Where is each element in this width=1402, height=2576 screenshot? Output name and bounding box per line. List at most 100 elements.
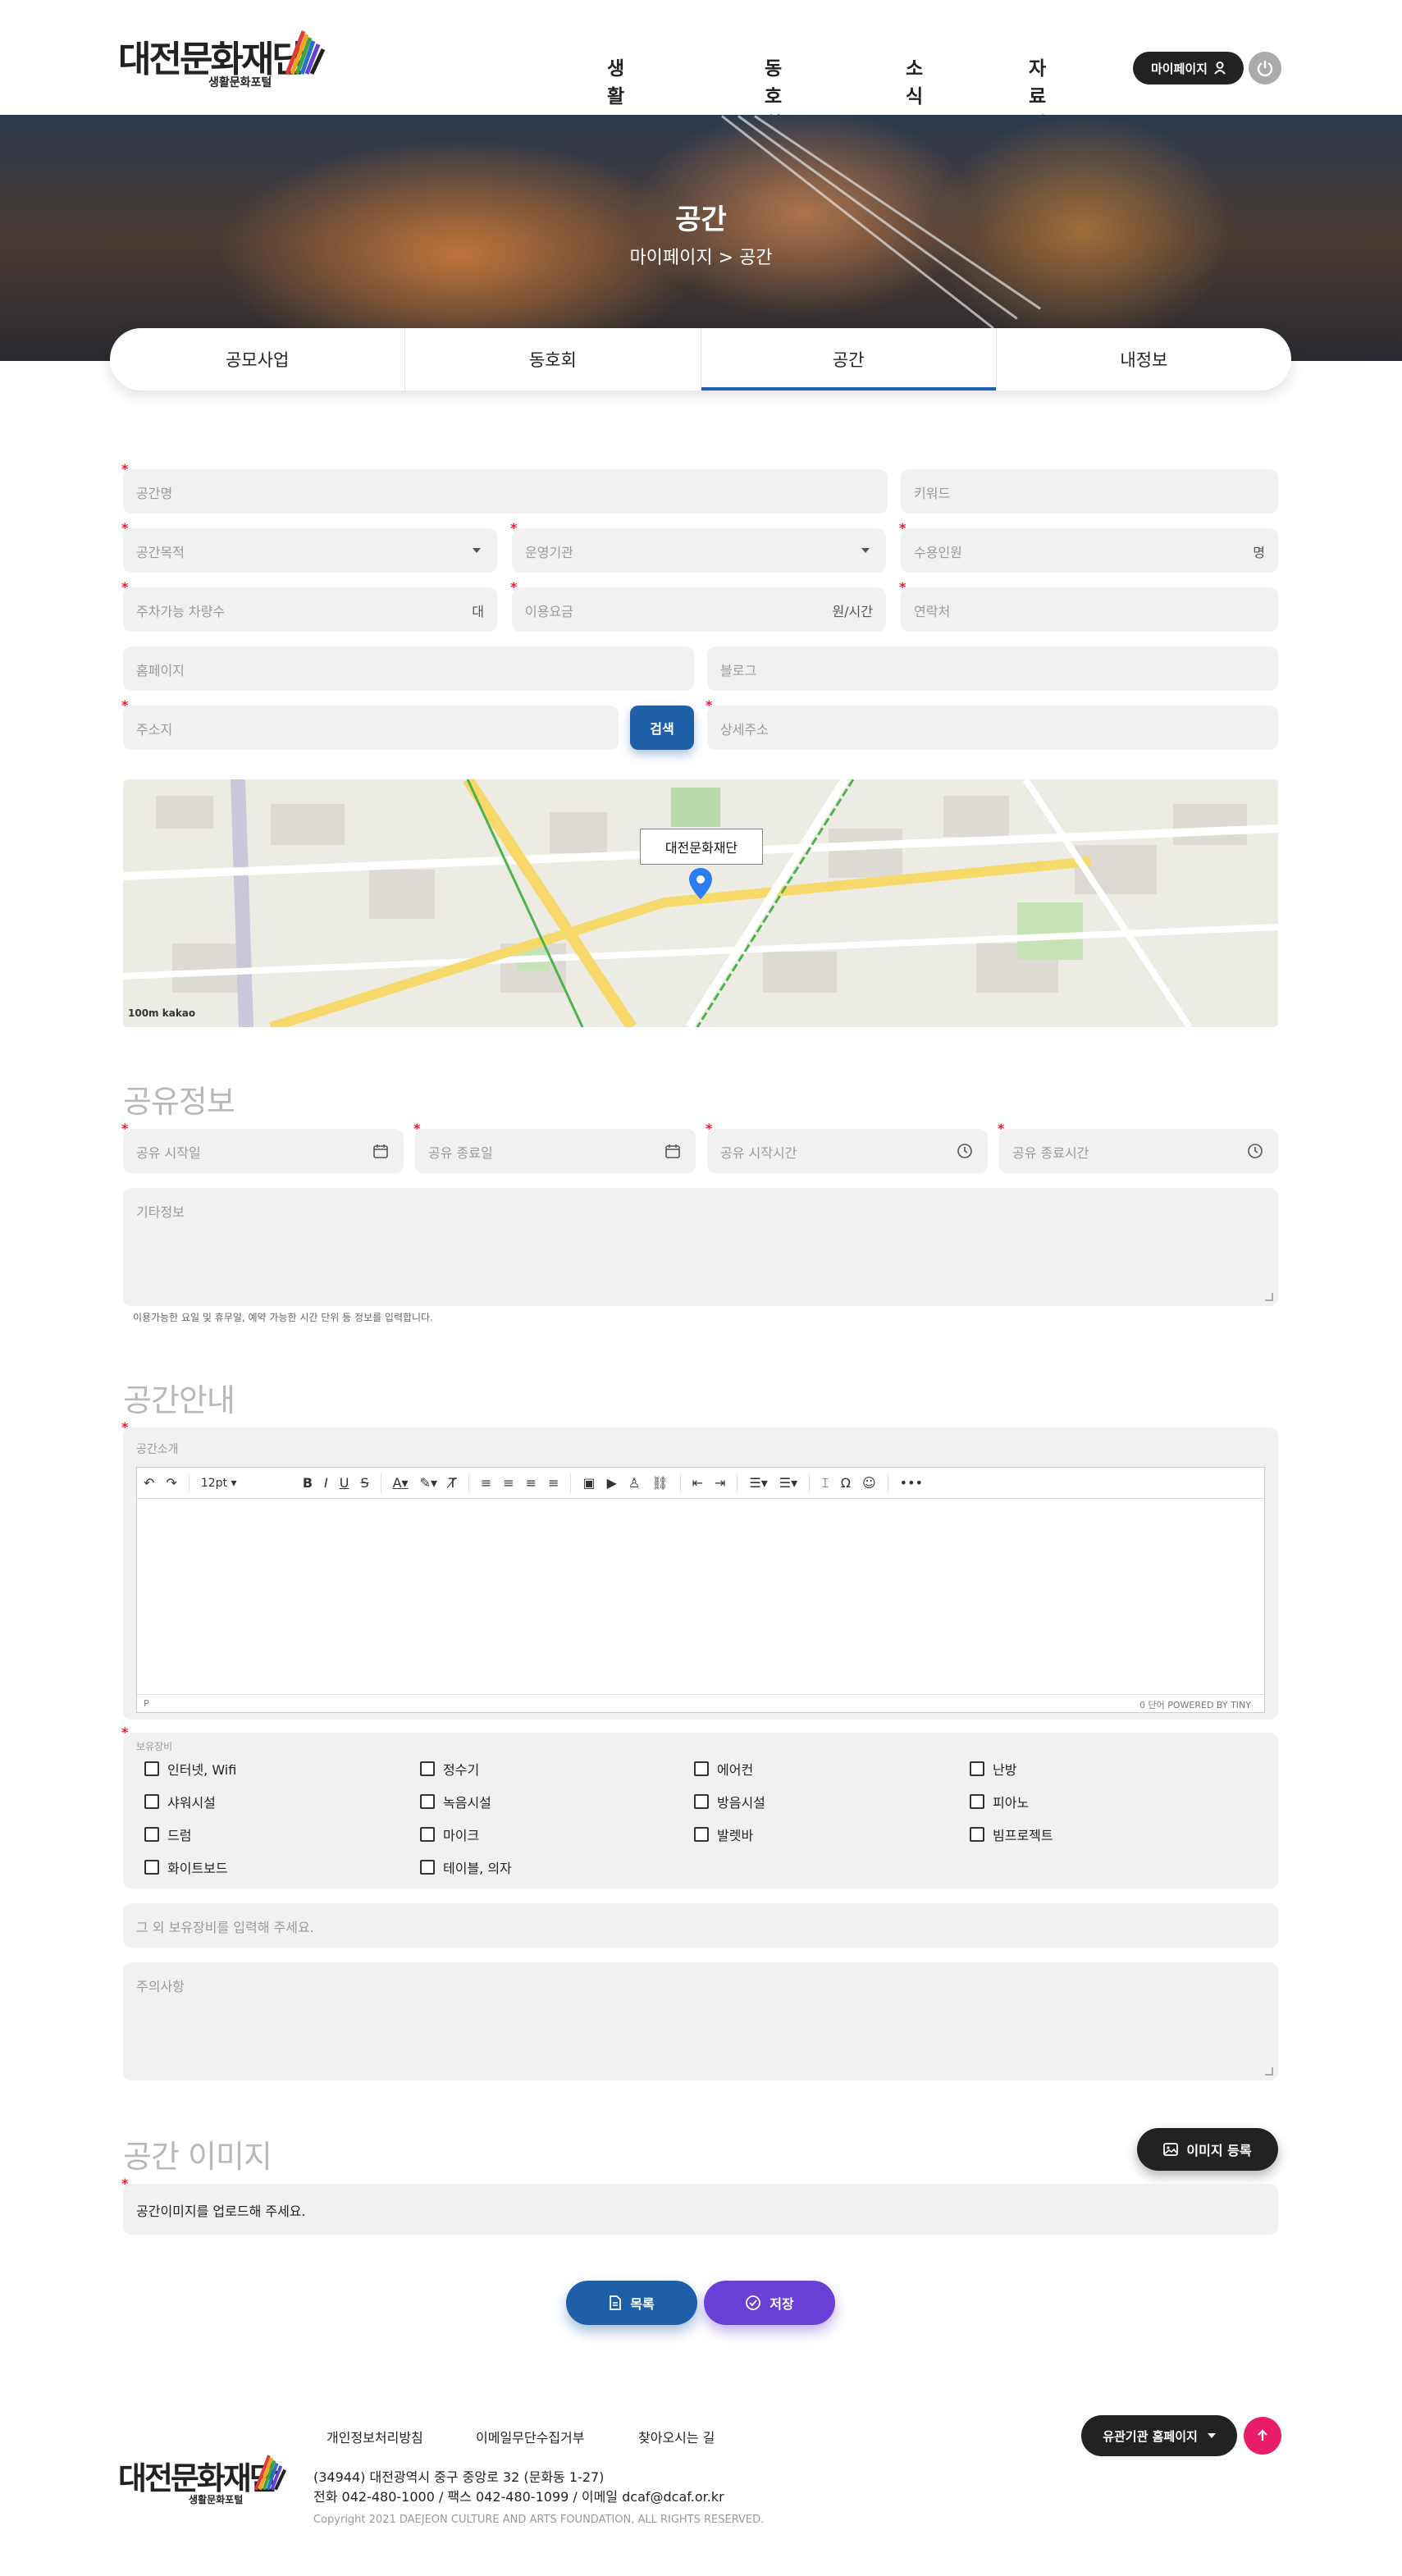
page-break-icon[interactable]: ⌶ — [821, 1475, 829, 1491]
checkbox[interactable] — [144, 1860, 159, 1875]
location-map[interactable]: 대전문화재단 100m kakao — [123, 779, 1278, 1027]
align-left-icon[interactable]: ≡ — [481, 1475, 491, 1491]
image-register-button[interactable]: 이미지 등록 — [1137, 2128, 1278, 2171]
other-equipment-input[interactable]: 그 외 보유장비를 입력해 주세요. — [123, 1903, 1278, 1948]
clear-format-icon[interactable]: T̸ — [449, 1475, 457, 1491]
address-search-button[interactable]: 검색 — [630, 706, 694, 750]
resize-handle-icon[interactable] — [1265, 2067, 1273, 2076]
equip-checkbox-projector[interactable]: 빔프로젝트 — [970, 1825, 1053, 1844]
operator-placeholder: 운영기관 — [525, 545, 573, 560]
bullet-list-icon[interactable]: ☰▾ — [779, 1475, 797, 1491]
etc-info-textarea[interactable]: 기타정보 — [123, 1188, 1278, 1306]
text-color-icon[interactable]: A▾ — [393, 1475, 409, 1491]
share-end-date-input[interactable]: * 공유 종료일 — [413, 1121, 696, 1173]
space-name-input[interactable]: * 공간명 — [121, 461, 888, 514]
checkbox[interactable] — [970, 1761, 984, 1776]
checkbox[interactable] — [144, 1827, 159, 1842]
share-start-date-input[interactable]: * 공유 시작일 — [121, 1121, 404, 1173]
indent-icon[interactable]: ⇥ — [715, 1475, 725, 1491]
more-icon[interactable]: ••• — [900, 1475, 923, 1491]
tab-my-info[interactable]: 내정보 — [997, 328, 1291, 391]
checkbox[interactable] — [694, 1794, 709, 1809]
related-sites-dropdown[interactable]: 유관기관 홈페이지 — [1081, 2415, 1237, 2456]
resize-handle-icon[interactable] — [1265, 1293, 1273, 1301]
checkbox[interactable] — [420, 1827, 435, 1842]
align-justify-icon[interactable]: ≡ — [548, 1475, 559, 1491]
equip-checkbox-recording[interactable]: 녹음시설 — [420, 1792, 491, 1811]
share-start-time-input[interactable]: * 공유 시작시간 — [706, 1121, 988, 1173]
image-upload-area[interactable]: * 공간이미지를 업로드해 주세요. — [121, 2176, 1278, 2235]
capacity-input[interactable]: * 수용인원 명 — [899, 520, 1278, 573]
strikethrough-icon[interactable]: S — [360, 1475, 368, 1491]
equip-checkbox-heating[interactable]: 난방 — [970, 1759, 1016, 1779]
keyword-input[interactable]: 키워드 — [901, 469, 1278, 514]
contact-input[interactable]: * 연락처 — [899, 579, 1278, 632]
stamp-icon[interactable]: ♙ — [628, 1475, 640, 1491]
fee-input[interactable]: * 이용요금 원/시간 — [510, 579, 886, 632]
numbered-list-icon[interactable]: ☰▾ — [749, 1475, 767, 1491]
align-right-icon[interactable]: ≡ — [526, 1475, 537, 1491]
save-button-label: 저장 — [770, 2296, 794, 2312]
redo-icon[interactable]: ↷ — [166, 1475, 176, 1491]
equip-checkbox-table[interactable]: 테이블, 의자 — [420, 1857, 512, 1877]
equip-checkbox-whiteboard[interactable]: 화이트보드 — [144, 1857, 228, 1877]
scroll-top-button[interactable] — [1244, 2417, 1281, 2455]
operator-select[interactable]: * 운영기관 — [510, 520, 886, 573]
purpose-select[interactable]: * 공간목적 — [121, 520, 497, 573]
checkbox[interactable] — [420, 1761, 435, 1776]
blog-input[interactable]: 블로그 — [707, 646, 1278, 691]
equip-checkbox-aircon[interactable]: 에어컨 — [694, 1759, 753, 1779]
checkbox[interactable] — [970, 1794, 984, 1809]
media-icon[interactable]: ▶ — [607, 1475, 617, 1491]
italic-icon[interactable]: I — [324, 1475, 328, 1491]
tab-club[interactable]: 동호회 — [405, 328, 701, 391]
equip-checkbox-water[interactable]: 정수기 — [420, 1759, 479, 1779]
editor-statusbar: P 0 단어 POWERED BY TINY — [137, 1694, 1264, 1712]
tab-space[interactable]: 공간 — [701, 328, 997, 391]
checkbox[interactable] — [420, 1860, 435, 1875]
list-button-label: 목록 — [630, 2296, 655, 2312]
equip-checkbox-ballet-bar[interactable]: 발렛바 — [694, 1825, 753, 1844]
align-center-icon[interactable]: ≡ — [503, 1475, 514, 1491]
highlight-icon[interactable]: ✎▾ — [420, 1475, 437, 1491]
image-icon[interactable]: ▣ — [582, 1475, 595, 1491]
equip-checkbox-mic[interactable]: 마이크 — [420, 1825, 479, 1844]
nav-news[interactable]: 소식 — [906, 53, 923, 108]
font-size-select[interactable]: 12pt ▾ — [201, 1477, 291, 1490]
underline-icon[interactable]: U — [340, 1475, 349, 1491]
footer-link-email-refusal[interactable]: 이메일무단수집거부 — [476, 2427, 584, 2446]
share-end-time-input[interactable]: * 공유 종료시간 — [998, 1121, 1278, 1173]
detail-address-input[interactable]: * 상세주소 — [706, 697, 1278, 750]
tab-contest[interactable]: 공모사업 — [110, 328, 406, 391]
equip-checkbox-piano[interactable]: 피아노 — [970, 1792, 1029, 1811]
logout-button[interactable] — [1249, 52, 1281, 84]
footer-link-directions[interactable]: 찾아오시는 길 — [638, 2427, 715, 2446]
outdent-icon[interactable]: ⇤ — [692, 1475, 703, 1491]
footer-address: (34944) 대전광역시 중구 중앙로 32 (문화동 1-27) 전화 04… — [313, 2468, 724, 2507]
link-icon[interactable]: ⛓ — [651, 1475, 668, 1491]
site-logo[interactable]: 대전문화재단 생활문화포털 — [118, 25, 331, 94]
checkbox[interactable] — [694, 1827, 709, 1842]
rich-text-editor[interactable]: ↶ ↷ 12pt ▾ B I U S A▾ ✎▾ T̸ ≡ ≡ ≡ ≡ ▣ ▶ … — [136, 1467, 1265, 1713]
mypage-button[interactable]: 마이페이지 — [1133, 52, 1244, 84]
checkbox[interactable] — [694, 1761, 709, 1776]
checkbox[interactable] — [420, 1794, 435, 1809]
equip-checkbox-internet[interactable]: 인터넷, Wifi — [144, 1759, 236, 1779]
equip-checkbox-shower[interactable]: 샤워시설 — [144, 1792, 216, 1811]
equip-checkbox-drum[interactable]: 드럼 — [144, 1825, 191, 1844]
homepage-input[interactable]: 홈페이지 — [123, 646, 694, 691]
checkbox[interactable] — [144, 1794, 159, 1809]
parking-input[interactable]: * 주차가능 차량수 대 — [121, 579, 497, 632]
checkbox[interactable] — [970, 1827, 984, 1842]
list-button[interactable]: 목록 — [566, 2281, 697, 2325]
special-char-icon[interactable]: Ω — [841, 1475, 851, 1491]
bold-icon[interactable]: B — [303, 1475, 313, 1491]
equip-checkbox-soundproof[interactable]: 방음시설 — [694, 1792, 765, 1811]
save-button[interactable]: 저장 — [704, 2281, 835, 2325]
undo-icon[interactable]: ↶ — [144, 1475, 154, 1491]
emoji-icon[interactable]: ☺ — [862, 1475, 876, 1491]
checkbox[interactable] — [144, 1761, 159, 1776]
address-input[interactable]: * 주소지 — [121, 697, 619, 750]
footer-link-privacy[interactable]: 개인정보처리방침 — [327, 2427, 423, 2446]
caution-textarea[interactable]: 주의사항 — [123, 1962, 1278, 2080]
